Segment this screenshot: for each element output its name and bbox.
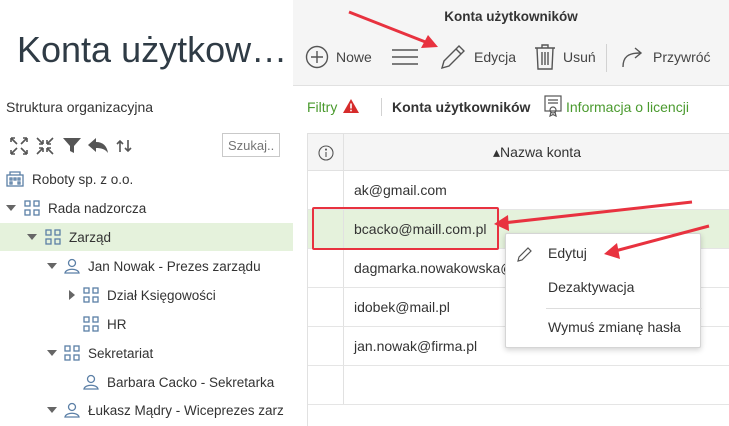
context-menu-deactivate[interactable]: Dezaktywacja bbox=[506, 271, 702, 303]
license-info-link[interactable]: Informacja o licencji bbox=[544, 94, 689, 120]
tree-item-label: Rada nadzorcza bbox=[48, 200, 147, 216]
context-menu-force-password[interactable]: Wymuś zmianę hasła bbox=[506, 311, 702, 343]
account-name-cell: ak@gmail.com bbox=[354, 182, 447, 198]
chevron-down-icon[interactable] bbox=[46, 349, 58, 357]
tree-item-lukasz-madry[interactable]: Łukasz Mądry - Wiceprezes zarz bbox=[0, 396, 293, 424]
edit-button-label: Edycja bbox=[474, 49, 517, 65]
org-unit-icon bbox=[45, 229, 61, 245]
person-icon bbox=[64, 258, 80, 274]
org-unit-icon bbox=[83, 316, 99, 332]
chevron-down-icon[interactable] bbox=[46, 406, 58, 414]
accounts-tab[interactable]: Konta użytkowników bbox=[392, 99, 530, 115]
edit-button[interactable]: Edycja bbox=[439, 42, 516, 72]
new-button[interactable]: Nowe bbox=[305, 42, 372, 72]
left-panel: Konta użytkow… Struktura organizacyjna S… bbox=[0, 0, 293, 426]
tree-item-hr[interactable]: HR bbox=[0, 310, 293, 338]
table-row-empty bbox=[308, 366, 729, 405]
chevron-right-icon[interactable] bbox=[66, 290, 78, 300]
tree-item-label: Jan Nowak - Prezes zarządu bbox=[88, 258, 261, 274]
org-structure-title: Struktura organizacyjna bbox=[6, 99, 154, 115]
tree-item-label: Łukasz Mądry - Wiceprezes zarz bbox=[88, 402, 284, 418]
new-button-label: Nowe bbox=[336, 49, 372, 65]
delete-button[interactable]: Usuń bbox=[534, 42, 596, 72]
delete-button-label: Usuń bbox=[563, 49, 596, 65]
toolbar-divider bbox=[606, 44, 607, 72]
chevron-down-icon[interactable] bbox=[46, 262, 58, 270]
context-menu: Edytuj Dezaktywacja Wymuś zmianę hasła bbox=[505, 233, 702, 348]
pencil-icon bbox=[517, 246, 533, 265]
tree-item-label: HR bbox=[107, 316, 127, 332]
restore-button-label: Przywróć bbox=[653, 49, 711, 65]
table-row[interactable]: ak@gmail.com bbox=[308, 171, 729, 210]
context-menu-deactivate-label: Dezaktywacja bbox=[548, 279, 635, 295]
trash-icon bbox=[535, 44, 555, 70]
tree-item-label: Roboty sp. z o.o. bbox=[32, 171, 134, 187]
annotation-highlight-box bbox=[312, 207, 499, 250]
account-name-cell: idobek@mail.pl bbox=[354, 299, 450, 315]
filter-bar: Filtry Konta użytkowników Informacja o l… bbox=[293, 88, 729, 126]
undo-icon[interactable] bbox=[86, 136, 110, 156]
filters-label: Filtry bbox=[307, 99, 338, 115]
column-header-account-name[interactable]: ▴Nazwa konta bbox=[344, 134, 729, 171]
tree-item-dzial-ksiegowosci[interactable]: Dział Księgowości bbox=[0, 281, 293, 309]
restore-button[interactable]: Przywróć bbox=[620, 42, 711, 72]
context-menu-divider bbox=[546, 308, 702, 309]
building-icon bbox=[6, 171, 24, 187]
certificate-icon bbox=[544, 94, 562, 120]
refresh-icon[interactable] bbox=[114, 136, 134, 156]
toolbar: Konta użytkowników Nowe Edycja Usuń Przy… bbox=[293, 0, 729, 86]
license-info-label: Informacja o licencji bbox=[566, 99, 689, 115]
tree-item-zarzad[interactable]: Zarząd bbox=[0, 223, 293, 251]
person-icon bbox=[83, 374, 99, 390]
menu-icon[interactable] bbox=[391, 42, 426, 72]
pencil-icon bbox=[440, 45, 465, 70]
tree-item-label: Zarząd bbox=[69, 229, 112, 245]
page-title: Konta użytkow… bbox=[17, 29, 288, 70]
tree-item-jan-nowak[interactable]: Jan Nowak - Prezes zarządu bbox=[0, 252, 293, 280]
tree-item-rada-nadzorcza[interactable]: Rada nadzorcza bbox=[0, 194, 293, 222]
person-icon bbox=[64, 402, 80, 418]
tree-item-label: Barbara Cacko - Sekretarka bbox=[107, 374, 275, 390]
tree-item-barbara-cacko[interactable]: Barbara Cacko - Sekretarka bbox=[0, 368, 293, 396]
tree-item-roboty[interactable]: Roboty sp. z o.o. bbox=[0, 165, 293, 193]
filter-icon[interactable] bbox=[62, 136, 82, 156]
info-icon[interactable] bbox=[308, 134, 344, 171]
tree-item-label: Sekretariat bbox=[88, 345, 154, 361]
org-unit-icon bbox=[83, 287, 99, 303]
chevron-down-icon[interactable] bbox=[26, 233, 38, 241]
context-menu-force-password-label: Wymuś zmianę hasła bbox=[548, 319, 681, 335]
account-name-cell: dagmarka.nowakowska@ bbox=[354, 260, 515, 276]
filters-link[interactable]: Filtry bbox=[307, 98, 360, 116]
window-title: Konta użytkowników bbox=[444, 9, 578, 24]
chevron-down-icon[interactable] bbox=[5, 204, 17, 212]
tree-item-sekretariat[interactable]: Sekretariat bbox=[0, 339, 293, 367]
redo-icon bbox=[622, 47, 643, 68]
org-unit-icon bbox=[24, 200, 40, 216]
org-unit-icon bbox=[64, 345, 80, 361]
account-name-cell: jan.nowak@firma.pl bbox=[354, 338, 478, 354]
plus-circle-icon bbox=[305, 45, 329, 69]
search-input[interactable] bbox=[222, 133, 280, 157]
expand-icon[interactable] bbox=[9, 136, 29, 156]
filter-divider bbox=[381, 98, 382, 116]
collapse-icon[interactable] bbox=[35, 136, 55, 156]
table-header: ▴Nazwa konta bbox=[308, 133, 729, 171]
context-menu-edit-label: Edytuj bbox=[548, 245, 587, 261]
warning-icon bbox=[343, 98, 360, 116]
context-menu-edit[interactable]: Edytuj bbox=[506, 237, 702, 269]
tree-item-label: Dział Księgowości bbox=[107, 287, 216, 303]
